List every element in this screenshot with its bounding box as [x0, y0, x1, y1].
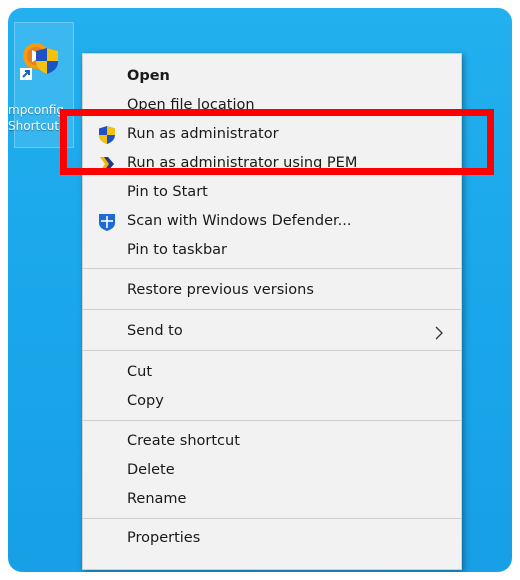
- menu-item-open[interactable]: Open: [83, 62, 461, 91]
- chevron-right-icon: [435, 325, 443, 340]
- menu-item-pin-to-taskbar[interactable]: Pin to taskbar: [83, 236, 461, 265]
- windows-defender-icon: [97, 212, 117, 232]
- menu-item-copy[interactable]: Copy: [83, 387, 461, 416]
- uac-shield-icon: [97, 125, 117, 145]
- menu-separator: [83, 309, 461, 310]
- pem-icon: [97, 154, 117, 174]
- app-shortcut-icon[interactable]: [20, 38, 64, 82]
- context-menu: Open Open file location Run as administr…: [82, 53, 462, 570]
- menu-item-run-as-administrator[interactable]: Run as administrator: [83, 120, 461, 149]
- menu-item-send-to[interactable]: Send to: [83, 317, 461, 346]
- menu-item-scan-with-defender[interactable]: Scan with Windows Defender...: [83, 207, 461, 236]
- menu-item-label: Pin to Start: [127, 184, 208, 200]
- menu-separator: [83, 518, 461, 519]
- menu-item-label: Open file location: [127, 97, 255, 113]
- menu-item-open-file-location[interactable]: Open file location: [83, 91, 461, 120]
- menu-item-create-shortcut[interactable]: Create shortcut: [83, 427, 461, 456]
- menu-item-run-as-administrator-pem[interactable]: Run as administrator using PEM: [83, 149, 461, 178]
- menu-item-label: Run as administrator: [127, 126, 279, 142]
- menu-item-label: Send to: [127, 323, 183, 339]
- menu-item-cut[interactable]: Cut: [83, 358, 461, 387]
- menu-item-label: Restore previous versions: [127, 282, 314, 298]
- menu-item-label: Cut: [127, 364, 152, 380]
- menu-item-label: Pin to taskbar: [127, 242, 227, 258]
- menu-separator: [83, 420, 461, 421]
- menu-item-label: Create shortcut: [127, 433, 240, 449]
- menu-item-pin-to-start[interactable]: Pin to Start: [83, 178, 461, 207]
- shortcut-label-line1: mpconfig: [8, 103, 65, 117]
- desktop-shortcut[interactable]: mpconfig Shortcut: [8, 22, 74, 152]
- shortcut-label: mpconfig Shortcut: [8, 102, 72, 134]
- menu-separator: [83, 350, 461, 351]
- menu-item-label: Delete: [127, 462, 175, 478]
- desktop-background: mpconfig Shortcut Open Open file locatio…: [8, 8, 512, 572]
- menu-item-label: Run as administrator using PEM: [127, 155, 358, 171]
- menu-item-rename[interactable]: Rename: [83, 485, 461, 514]
- menu-item-label: Open: [127, 68, 170, 84]
- menu-separator: [83, 268, 461, 269]
- menu-item-delete[interactable]: Delete: [83, 456, 461, 485]
- menu-item-label: Copy: [127, 393, 164, 409]
- menu-item-properties[interactable]: Properties: [83, 524, 461, 553]
- shortcut-label-line2: Shortcut: [8, 119, 60, 133]
- menu-item-label: Scan with Windows Defender...: [127, 213, 352, 229]
- menu-item-restore-previous-versions[interactable]: Restore previous versions: [83, 276, 461, 305]
- menu-item-label: Rename: [127, 491, 187, 507]
- menu-item-label: Properties: [127, 530, 201, 546]
